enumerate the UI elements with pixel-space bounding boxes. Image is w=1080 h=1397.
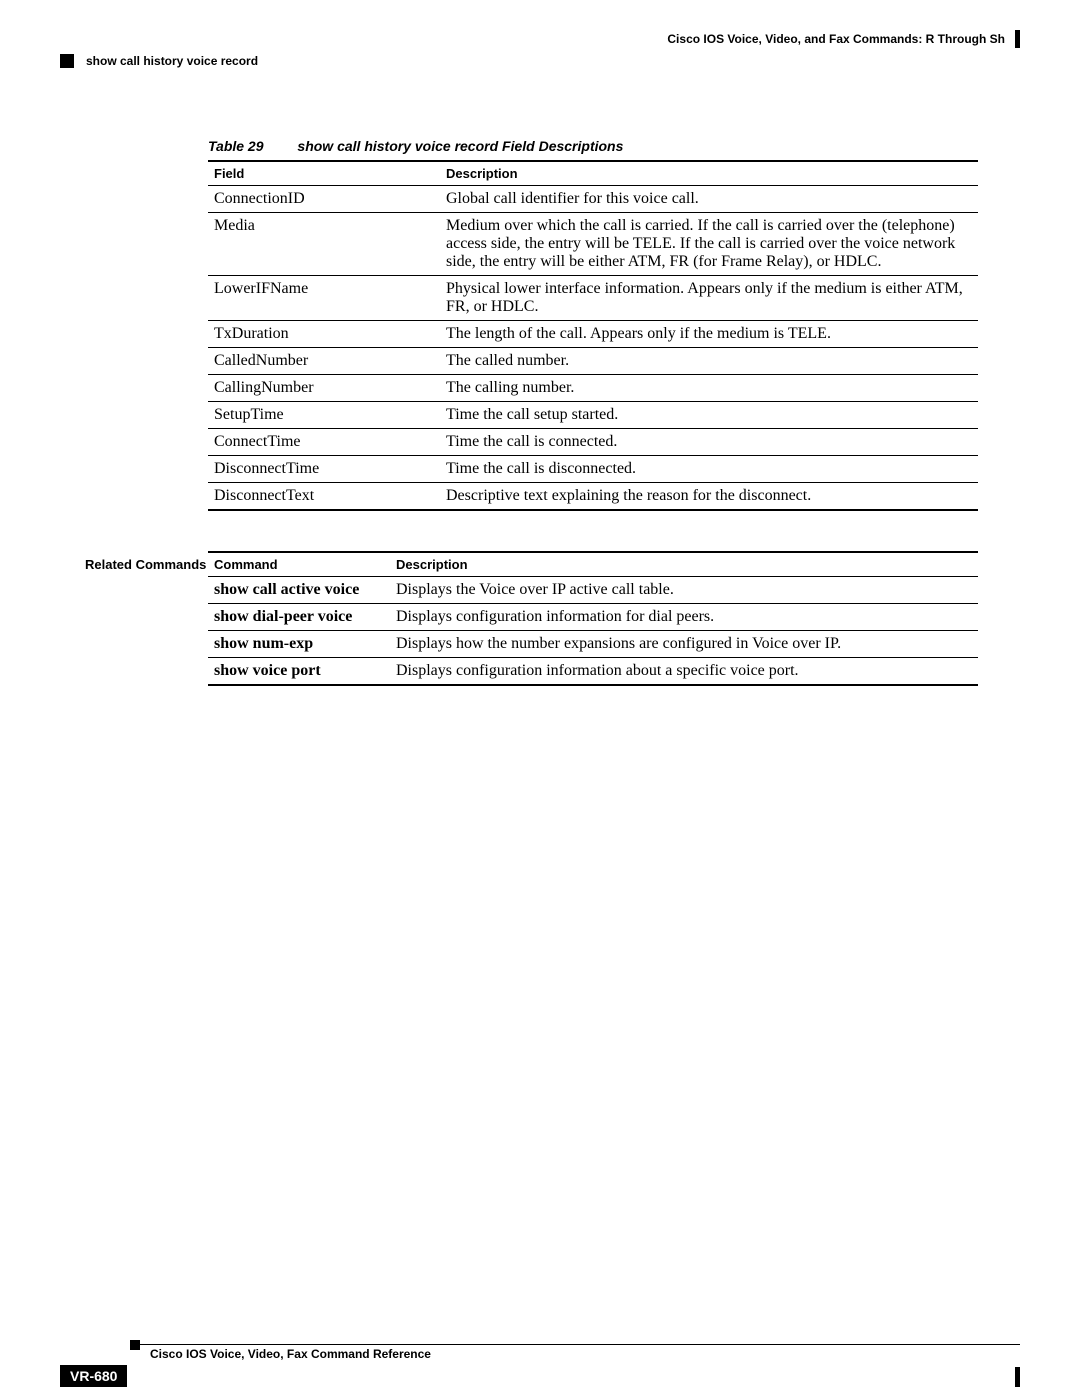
table-row: show call active voiceDisplays the Voice… bbox=[208, 577, 978, 604]
table-row: ConnectionIDGlobal call identifier for t… bbox=[208, 186, 978, 213]
desc-cell: Displays how the number expansions are c… bbox=[390, 631, 978, 658]
table-row: LowerIFNamePhysical lower interface info… bbox=[208, 276, 978, 321]
table-number: Table 29 bbox=[208, 138, 264, 154]
desc-cell: Time the call setup started. bbox=[440, 402, 978, 429]
table-row: show voice portDisplays configuration in… bbox=[208, 658, 978, 686]
field-cell: Media bbox=[208, 213, 440, 276]
desc-cell: The called number. bbox=[440, 348, 978, 375]
page-number: VR-680 bbox=[60, 1365, 127, 1387]
desc-cell: Displays the Voice over IP active call t… bbox=[390, 577, 978, 604]
col-header-field: Field bbox=[208, 161, 440, 186]
table-row: show num-expDisplays how the number expa… bbox=[208, 631, 978, 658]
table-row: DisconnectTimeTime the call is disconnec… bbox=[208, 456, 978, 483]
header-section-title: show call history voice record bbox=[86, 54, 258, 68]
header-chapter-title: Cisco IOS Voice, Video, and Fax Commands… bbox=[60, 30, 1020, 48]
related-commands-label: Related Commands bbox=[85, 551, 208, 572]
col-header-description: Description bbox=[440, 161, 978, 186]
footer-marker-icon bbox=[130, 1340, 140, 1350]
desc-cell: Displays configuration information about… bbox=[390, 658, 978, 686]
table-row: show dial-peer voiceDisplays configurati… bbox=[208, 604, 978, 631]
commands-table: Command Description show call active voi… bbox=[208, 551, 978, 686]
desc-cell: The calling number. bbox=[440, 375, 978, 402]
footer-right-bar-icon bbox=[1015, 1367, 1020, 1387]
table-row: DisconnectTextDescriptive text explainin… bbox=[208, 483, 978, 511]
field-cell: CallingNumber bbox=[208, 375, 440, 402]
command-cell: show call active voice bbox=[208, 577, 390, 604]
command-cell: show num-exp bbox=[208, 631, 390, 658]
desc-cell: Displays configuration information for d… bbox=[390, 604, 978, 631]
fields-table: Field Description ConnectionIDGlobal cal… bbox=[208, 160, 978, 511]
command-cell: show dial-peer voice bbox=[208, 604, 390, 631]
desc-cell: The length of the call. Appears only if … bbox=[440, 321, 978, 348]
table-title: show call history voice record Field Des… bbox=[297, 138, 623, 154]
table-row: SetupTimeTime the call setup started. bbox=[208, 402, 978, 429]
field-cell: DisconnectText bbox=[208, 483, 440, 511]
footer-book-title: Cisco IOS Voice, Video, Fax Command Refe… bbox=[150, 1347, 1020, 1361]
table-row: TxDurationThe length of the call. Appear… bbox=[208, 321, 978, 348]
field-cell: SetupTime bbox=[208, 402, 440, 429]
field-cell: ConnectTime bbox=[208, 429, 440, 456]
table-row: CalledNumberThe called number. bbox=[208, 348, 978, 375]
desc-cell: Medium over which the call is carried. I… bbox=[440, 213, 978, 276]
field-cell: TxDuration bbox=[208, 321, 440, 348]
page-footer: Cisco IOS Voice, Video, Fax Command Refe… bbox=[60, 1344, 1020, 1387]
desc-cell: Time the call is connected. bbox=[440, 429, 978, 456]
col-header-command: Command bbox=[208, 552, 390, 577]
table-header-row: Field Description bbox=[208, 161, 978, 186]
table-row: ConnectTimeTime the call is connected. bbox=[208, 429, 978, 456]
table-row: MediaMedium over which the call is carri… bbox=[208, 213, 978, 276]
field-cell: ConnectionID bbox=[208, 186, 440, 213]
desc-cell: Descriptive text explaining the reason f… bbox=[440, 483, 978, 511]
field-cell: CalledNumber bbox=[208, 348, 440, 375]
field-cell: LowerIFName bbox=[208, 276, 440, 321]
table-row: CallingNumberThe calling number. bbox=[208, 375, 978, 402]
header-marker-icon bbox=[60, 54, 74, 68]
command-cell: show voice port bbox=[208, 658, 390, 686]
desc-cell: Global call identifier for this voice ca… bbox=[440, 186, 978, 213]
col-header-description: Description bbox=[390, 552, 978, 577]
table-caption: Table 29 show call history voice record … bbox=[208, 138, 978, 154]
desc-cell: Physical lower interface information. Ap… bbox=[440, 276, 978, 321]
table-header-row: Command Description bbox=[208, 552, 978, 577]
desc-cell: Time the call is disconnected. bbox=[440, 456, 978, 483]
field-cell: DisconnectTime bbox=[208, 456, 440, 483]
